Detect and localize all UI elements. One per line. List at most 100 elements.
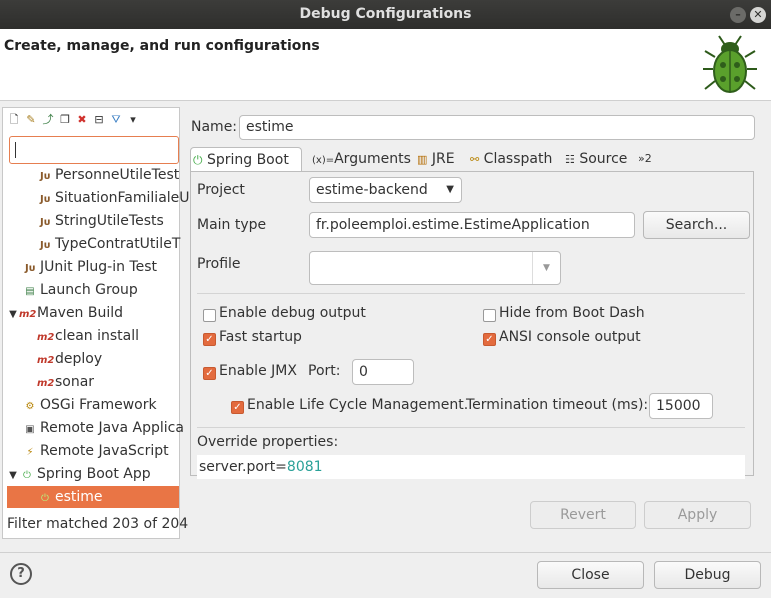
enable-jmx-checkbox[interactable]: ✓ bbox=[203, 367, 216, 380]
tree-item[interactable]: Jᴜ SituationFamilialeU bbox=[37, 187, 190, 209]
fast-startup-label: Fast startup bbox=[219, 329, 302, 345]
tree-item[interactable]: m2deploy bbox=[37, 348, 102, 370]
tree-item[interactable]: m2sonar bbox=[37, 371, 94, 393]
enable-lifecycle-checkbox[interactable]: ✓ bbox=[231, 401, 244, 414]
junit-icon: Jᴜ bbox=[39, 217, 51, 228]
minimize-icon[interactable]: – bbox=[730, 7, 746, 23]
filter-input[interactable] bbox=[9, 136, 179, 164]
maven-icon: m2 bbox=[37, 355, 55, 366]
export-icon[interactable]: ⤴ bbox=[41, 113, 55, 127]
close-window-icon[interactable]: ✕ bbox=[750, 7, 766, 23]
configuration-tree-panel: 🗋 ✎ ⤴ ❐ ✖ ⊟ ⛛ ▾ Jᴜ PersonneUtileTest Jᴜ Si… bbox=[2, 107, 190, 539]
spring-boot-icon: ⏻ bbox=[23, 470, 31, 481]
osgi-icon: ⚙ bbox=[25, 401, 35, 412]
header-title: Create, manage, and run configurations bbox=[4, 38, 320, 54]
tab-spring-boot[interactable]: ⏻ Spring Boot bbox=[190, 147, 302, 172]
apply-button[interactable]: Apply bbox=[644, 501, 751, 529]
text-caret bbox=[15, 142, 16, 158]
help-icon[interactable]: ? bbox=[10, 563, 32, 585]
remote-js-icon: ⚡ bbox=[26, 447, 34, 458]
junit-icon: Jᴜ bbox=[39, 194, 51, 205]
window-title: Debug Configurations bbox=[0, 0, 771, 29]
delete-icon[interactable]: ✖ bbox=[75, 113, 89, 127]
tree-item[interactable]: m2clean install bbox=[37, 325, 139, 347]
maven-icon: m2 bbox=[37, 332, 55, 343]
maven-icon: m2 bbox=[19, 309, 37, 320]
spring-boot-icon: ⏻ bbox=[41, 493, 49, 504]
filter-icon[interactable]: ⛛ bbox=[109, 113, 123, 127]
new-config-icon[interactable]: 🗋 bbox=[7, 113, 21, 127]
tab-source[interactable]: ☷ Source bbox=[563, 147, 627, 172]
view-menu-icon[interactable]: ▾ bbox=[126, 113, 140, 127]
project-label: Project bbox=[197, 182, 245, 198]
ansi-console-checkbox[interactable]: ✓ bbox=[483, 333, 496, 346]
tree-toolbar: 🗋 ✎ ⤴ ❐ ✖ ⊟ ⛛ ▾ bbox=[7, 111, 140, 129]
expand-arrow-icon[interactable]: ▼ bbox=[7, 465, 19, 487]
tree-item[interactable]: Jᴜ StringUtileTests bbox=[37, 210, 164, 232]
tree-item[interactable]: Jᴜ TypeContratUtileT bbox=[37, 233, 180, 255]
junit-plugin-icon: Jᴜ bbox=[24, 263, 36, 274]
tree-item[interactable]: Jᴜ JUnit Plug-in Test bbox=[22, 256, 157, 278]
main-type-label: Main type bbox=[197, 217, 267, 233]
tree-item[interactable]: ▣ Remote Java Applica bbox=[22, 417, 184, 439]
hide-boot-dash-checkbox[interactable] bbox=[483, 309, 496, 322]
revert-button[interactable]: Revert bbox=[530, 501, 636, 529]
main-type-input[interactable]: fr.poleemploi.estime.EstimeApplication bbox=[309, 212, 635, 238]
override-value: 8081 bbox=[286, 459, 323, 475]
launch-group-icon: ▤ bbox=[25, 286, 35, 297]
debug-button[interactable]: Debug bbox=[654, 561, 761, 589]
profile-select[interactable]: ▼ bbox=[309, 251, 561, 285]
tree-item[interactable]: ▤ Launch Group bbox=[22, 279, 138, 301]
termination-timeout-input[interactable]: 15000 bbox=[649, 393, 713, 419]
termination-timeout-label: Termination timeout (ms): bbox=[466, 397, 649, 413]
close-button[interactable]: Close bbox=[537, 561, 644, 589]
tree-item-selected[interactable]: ⏻ estime bbox=[7, 486, 179, 508]
maven-icon: m2 bbox=[37, 378, 55, 389]
tree-item[interactable]: ⚙ OSGi Framework bbox=[22, 394, 157, 416]
footer-divider bbox=[0, 552, 771, 553]
tree-item[interactable]: ▼ ⏻ Spring Boot App bbox=[7, 463, 151, 485]
profile-label: Profile bbox=[197, 256, 241, 272]
tree-item[interactable]: ⚡ Remote JavaScript bbox=[22, 440, 168, 462]
junit-icon: Jᴜ bbox=[39, 171, 51, 182]
spring-boot-tab-content: Project estime-backend ▼ Main type fr.po… bbox=[190, 171, 754, 479]
override-properties-label: Override properties: bbox=[197, 434, 339, 450]
chevron-down-icon: ▼ bbox=[446, 184, 454, 195]
source-icon: ☷ bbox=[565, 153, 575, 166]
search-button[interactable]: Search... bbox=[643, 211, 750, 239]
remote-java-icon: ▣ bbox=[25, 424, 35, 435]
tab-bar: ⏻ Spring Boot (x)=Arguments ▥ JRE ⚯ Clas… bbox=[190, 147, 755, 172]
divider bbox=[197, 293, 745, 294]
name-label: Name: bbox=[191, 119, 238, 135]
configuration-editor: Name: estime ⏻ Spring Boot (x)=Arguments… bbox=[187, 107, 769, 539]
more-tabs-chevron[interactable]: »2 bbox=[636, 147, 652, 172]
chevron-down-icon: ▼ bbox=[532, 252, 560, 284]
ansi-console-label: ANSI console output bbox=[499, 329, 641, 345]
duplicate-icon[interactable]: ❐ bbox=[58, 113, 72, 127]
project-select[interactable]: estime-backend ▼ bbox=[309, 177, 462, 203]
override-properties-editor[interactable]: server.port=8081 bbox=[197, 455, 745, 479]
expand-arrow-icon[interactable]: ▼ bbox=[7, 304, 19, 326]
enable-jmx-label: Enable JMX bbox=[219, 363, 297, 379]
name-input[interactable]: estime bbox=[239, 115, 755, 140]
jre-icon: ▥ bbox=[417, 153, 428, 166]
collapse-all-icon[interactable]: ⊟ bbox=[92, 113, 106, 127]
filter-status: Filter matched 203 of 204 bbox=[7, 516, 189, 532]
port-label: Port: bbox=[308, 363, 341, 379]
classpath-icon: ⚯ bbox=[470, 153, 480, 166]
enable-lifecycle-label: Enable Life Cycle Management. bbox=[247, 397, 469, 413]
spring-boot-icon: ⏻ bbox=[193, 153, 203, 167]
enable-debug-checkbox[interactable] bbox=[203, 309, 216, 322]
hide-boot-dash-label: Hide from Boot Dash bbox=[499, 305, 645, 321]
new-prototype-icon[interactable]: ✎ bbox=[24, 113, 38, 127]
tab-classpath[interactable]: ⚯ Classpath bbox=[468, 147, 552, 172]
tree-item[interactable]: Jᴜ PersonneUtileTest bbox=[37, 164, 179, 186]
tab-arguments[interactable]: (x)=Arguments bbox=[310, 147, 411, 172]
tab-jre[interactable]: ▥ JRE bbox=[415, 147, 455, 172]
override-key: server.port= bbox=[199, 459, 287, 475]
fast-startup-checkbox[interactable]: ✓ bbox=[203, 333, 216, 346]
port-input[interactable]: 0 bbox=[352, 359, 414, 385]
tree-item[interactable]: ▼ m2Maven Build bbox=[7, 302, 123, 324]
junit-icon: Jᴜ bbox=[39, 240, 51, 251]
debug-bug-icon bbox=[703, 35, 757, 93]
